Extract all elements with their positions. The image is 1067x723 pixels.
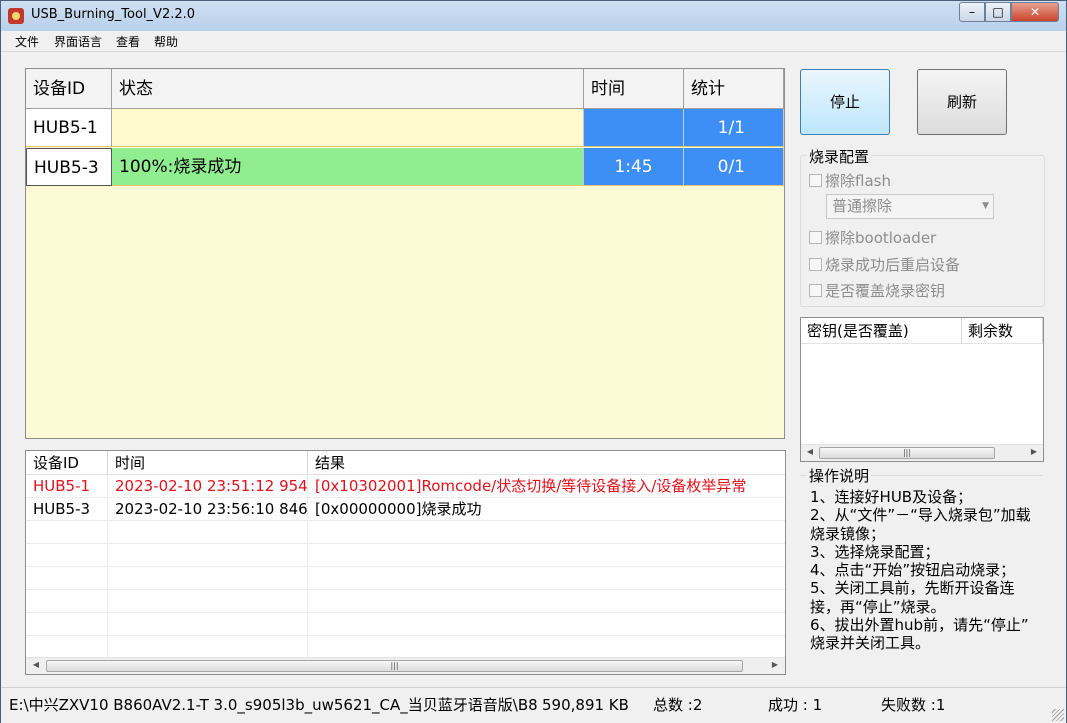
minimize-button[interactable]: – bbox=[959, 2, 985, 22]
log-row-empty bbox=[26, 544, 785, 567]
device-time: 1:45 bbox=[584, 148, 684, 186]
erase-flash-checkbox[interactable]: 擦除flash bbox=[809, 170, 891, 191]
menu-view[interactable]: 查看 bbox=[116, 33, 140, 50]
instruction-line: 3、选择烧录配置； bbox=[810, 542, 940, 561]
scroll-right-icon[interactable]: ▶ bbox=[768, 660, 782, 669]
reboot-after-checkbox[interactable]: 烧录成功后重启设备 bbox=[809, 254, 960, 275]
log-row-empty bbox=[26, 521, 785, 544]
key-list: 密钥(是否覆盖) 剩余数 ◀ ||| ▶ bbox=[800, 317, 1044, 462]
scroll-left-icon[interactable]: ◀ bbox=[29, 660, 43, 669]
status-success: 成功 : 1 bbox=[768, 696, 823, 714]
instructions-title: 操作说明 bbox=[807, 465, 872, 486]
log-header-time[interactable]: 时间 bbox=[108, 451, 308, 475]
header-time[interactable]: 时间 bbox=[584, 69, 684, 109]
device-count: 0/1 bbox=[684, 148, 784, 186]
erase-bootloader-label: 擦除bootloader bbox=[825, 229, 937, 247]
log-row-empty bbox=[26, 567, 785, 590]
scroll-thumb[interactable]: ||| bbox=[46, 660, 743, 672]
refresh-button[interactable]: 刷新 bbox=[917, 69, 1007, 135]
log-row-empty bbox=[26, 636, 785, 659]
title-bar: USB_Burning_Tool_V2.2.0 – □ ✕ bbox=[1, 1, 1066, 31]
erase-mode-value: 普通擦除 bbox=[832, 197, 893, 215]
status-total: 总数 :2 bbox=[653, 696, 703, 714]
log-row[interactable]: HUB5-3 2023-02-10 23:56:10 846 [0x000000… bbox=[26, 498, 785, 521]
status-fail: 失败数 :1 bbox=[881, 696, 946, 714]
instruction-line: 接，再“停止”烧录。 bbox=[810, 597, 946, 616]
close-button[interactable]: ✕ bbox=[1011, 2, 1059, 22]
header-remain[interactable]: 剩余数 bbox=[962, 318, 1043, 344]
resize-grip-icon[interactable] bbox=[1052, 709, 1064, 721]
menu-help[interactable]: 帮助 bbox=[154, 33, 178, 50]
header-status[interactable]: 状态 bbox=[112, 69, 584, 109]
header-key[interactable]: 密钥(是否覆盖) bbox=[801, 318, 962, 344]
instructions-text: 1、连接好HUB及设备； 2、从“文件”－“导入烧录包”加载 烧录镜像； 3、选… bbox=[810, 488, 1040, 653]
menu-bar: 文件 界面语言 查看 帮助 bbox=[1, 31, 1066, 52]
instruction-line: 烧录并关闭工具。 bbox=[810, 634, 931, 653]
device-id: HUB5-1 bbox=[26, 109, 112, 147]
log-row-empty bbox=[26, 590, 785, 613]
log-result: [0x10302001]Romcode/状态切换/等待设备接入/设备枚举异常 bbox=[315, 477, 747, 495]
menu-file[interactable]: 文件 bbox=[15, 33, 39, 50]
erase-mode-select[interactable]: 普通擦除 ▼ bbox=[826, 194, 994, 219]
log-row[interactable]: HUB5-1 2023-02-10 23:51:12 954 [0x103020… bbox=[26, 475, 785, 498]
menu-language[interactable]: 界面语言 bbox=[54, 33, 102, 50]
log-scrollbar[interactable]: ◀ ||| ▶ bbox=[26, 657, 785, 674]
maximize-button[interactable]: □ bbox=[985, 2, 1011, 22]
chevron-down-icon: ▼ bbox=[982, 201, 989, 211]
log-time: 2023-02-10 23:51:12 954 bbox=[108, 475, 308, 497]
app-icon bbox=[8, 8, 24, 24]
app-window: USB_Burning_Tool_V2.2.0 – □ ✕ 文件 界面语言 查看… bbox=[0, 0, 1067, 723]
overwrite-key-label: 是否覆盖烧录密钥 bbox=[825, 282, 946, 300]
log-header-result[interactable]: 结果 bbox=[308, 451, 785, 475]
log-result: [0x00000000]烧录成功 bbox=[315, 500, 482, 518]
log-list: 设备ID 时间 结果 HUB5-1 2023-02-10 23:51:12 95… bbox=[25, 450, 786, 675]
window-title: USB_Burning_Tool_V2.2.0 bbox=[31, 7, 196, 22]
erase-bootloader-checkbox[interactable]: 擦除bootloader bbox=[809, 227, 936, 248]
log-time: 2023-02-10 23:56:10 846 bbox=[108, 498, 308, 520]
log-header-device-id[interactable]: 设备ID bbox=[26, 451, 108, 475]
device-status bbox=[112, 109, 584, 147]
stop-button[interactable]: 停止 bbox=[800, 69, 890, 135]
status-bar: E:\中兴ZXV10 B860AV2.1-T 3.0_s905l3b_uw562… bbox=[1, 687, 1066, 723]
header-count[interactable]: 统计 bbox=[684, 69, 784, 109]
device-count: 1/1 bbox=[684, 109, 784, 147]
status-size: 590,891 KB bbox=[542, 696, 629, 714]
header-device-id[interactable]: 设备ID bbox=[26, 69, 112, 109]
scroll-left-icon[interactable]: ◀ bbox=[803, 447, 817, 456]
log-device-id: HUB5-3 bbox=[26, 498, 108, 520]
key-list-scrollbar[interactable]: ◀ ||| ▶ bbox=[801, 444, 1043, 461]
device-grid: 设备ID 状态 时间 统计 HUB5-1 1/1 HUB5-3 100%:烧录成… bbox=[25, 68, 785, 439]
log-row-empty bbox=[26, 613, 785, 636]
overwrite-key-checkbox[interactable]: 是否覆盖烧录密钥 bbox=[809, 280, 945, 301]
instruction-line: 4、点击“开始”按钮启动烧录； bbox=[810, 561, 1016, 580]
instruction-line: 1、连接好HUB及设备； bbox=[810, 488, 973, 506]
device-id: HUB5-3 bbox=[26, 148, 112, 186]
device-status: 100%:烧录成功 bbox=[112, 148, 584, 186]
status-path: E:\中兴ZXV10 B860AV2.1-T 3.0_s905l3b_uw562… bbox=[9, 696, 538, 714]
burn-config-title: 烧录配置 bbox=[807, 146, 872, 167]
scroll-right-icon[interactable]: ▶ bbox=[1027, 447, 1041, 456]
log-device-id: HUB5-1 bbox=[26, 475, 108, 497]
instruction-line: 6、拔出外置hub前，请先“停止” bbox=[810, 616, 1029, 635]
instruction-line: 2、从“文件”－“导入烧录包”加载 bbox=[810, 506, 1031, 525]
device-time bbox=[584, 109, 684, 147]
erase-flash-label: 擦除flash bbox=[825, 172, 891, 190]
scroll-thumb[interactable]: ||| bbox=[819, 447, 995, 459]
instruction-line: 5、关闭工具前，先断开设备连 bbox=[810, 579, 1015, 598]
reboot-after-label: 烧录成功后重启设备 bbox=[825, 256, 961, 274]
instruction-line: 烧录镜像； bbox=[810, 524, 886, 543]
